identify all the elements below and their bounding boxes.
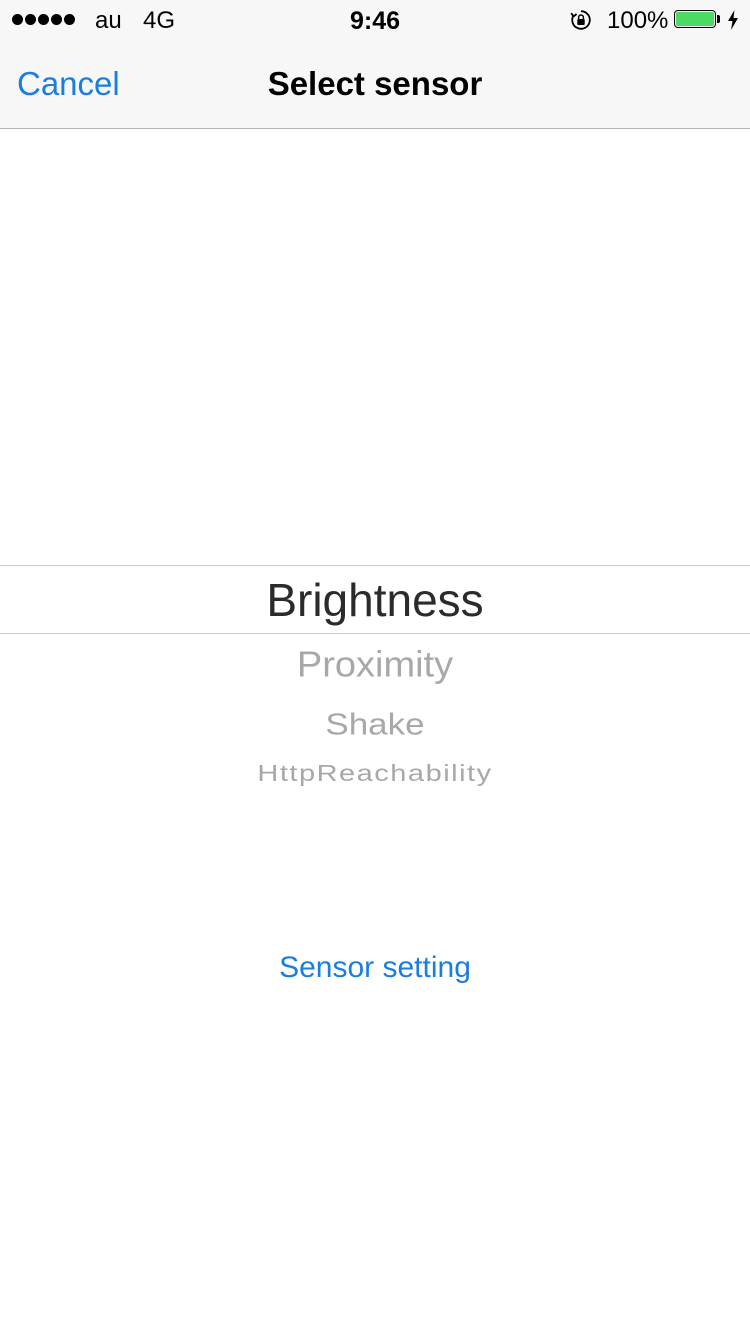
- status-bar: au 4G 9:46 100%: [0, 0, 750, 40]
- navigation-bar: Select sensor Cancel: [0, 40, 750, 129]
- picker-item-brightness[interactable]: Brightness: [0, 573, 750, 627]
- charging-bolt-icon: [728, 10, 738, 30]
- sensor-picker[interactable]: Brightness Proximity Shake HttpReachabil…: [0, 130, 750, 930]
- picker-item-proximity[interactable]: Proximity: [0, 643, 750, 687]
- picker-item-httpreachability[interactable]: HttpReachability: [0, 760, 750, 787]
- battery-fill: [676, 12, 714, 26]
- battery-tip: [717, 15, 720, 23]
- picker-selection-line-bottom: [0, 633, 750, 634]
- picker-selection-line-top: [0, 565, 750, 566]
- battery-icon: [674, 10, 720, 30]
- battery-percent: 100%: [607, 7, 669, 34]
- orientation-lock-icon: [570, 10, 591, 30]
- sensor-setting-button[interactable]: Sensor setting: [0, 948, 750, 988]
- picker-item-shake[interactable]: Shake: [0, 707, 750, 742]
- cancel-button[interactable]: Cancel: [17, 64, 120, 104]
